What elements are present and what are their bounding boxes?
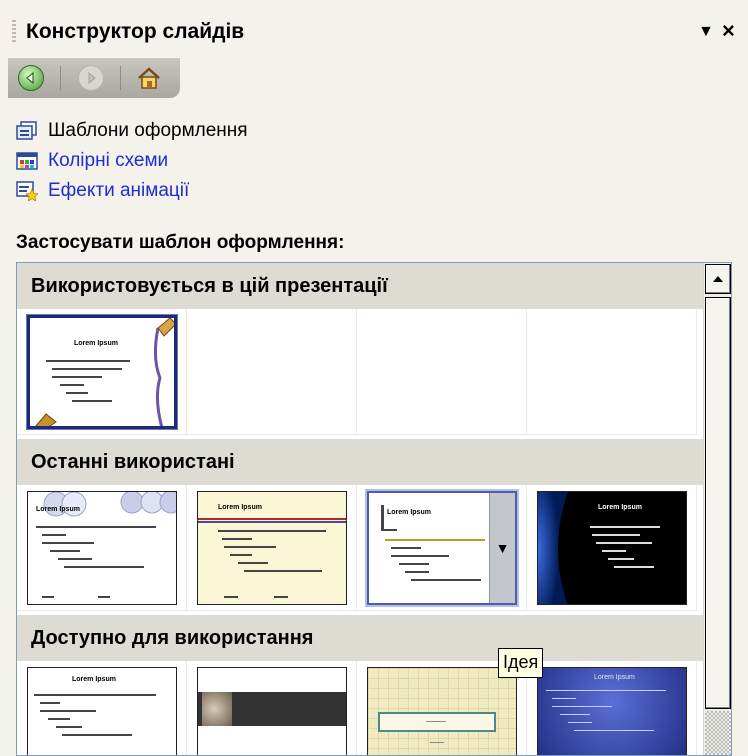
link-label: Колірні схеми (48, 150, 169, 171)
color-schemes-icon (16, 151, 38, 171)
toolbar-separator (120, 66, 121, 90)
template-cell[interactable]: Lorem Ipsum (187, 485, 357, 611)
template-cell[interactable]: Lorem Ipsum (17, 309, 187, 435)
design-templates-icon (16, 121, 38, 141)
group-header-used: Використовується в цій презентації (17, 263, 703, 309)
animation-effects-icon (16, 181, 40, 202)
template-cell[interactable] (187, 661, 357, 755)
section-label: Застосувати шаблон оформлення: (16, 232, 345, 253)
template-thumbnail-current[interactable]: Lorem Ipsum (26, 314, 178, 430)
panel-title: Конструктор слайдів (26, 20, 245, 43)
template-cell[interactable]: Lorem Ipsum (527, 485, 697, 611)
arrow-up-icon (713, 276, 723, 282)
template-cell[interactable]: Lorem Ipsum (17, 661, 187, 755)
gallery-content: Використовується в цій презентації Lorem… (17, 263, 703, 755)
template-thumbnail-blue[interactable]: Lorem Ipsum (537, 667, 687, 755)
template-cell[interactable]: Lorem Ipsum (527, 661, 697, 755)
scroll-thumb[interactable] (705, 297, 731, 709)
dropdown-arrow-icon[interactable]: ▼ (698, 23, 714, 41)
template-dropdown-button[interactable]: ▼ (489, 493, 515, 603)
link-design-templates[interactable]: Шаблони оформлення (16, 116, 248, 146)
template-thumbnail-bracket[interactable]: Lorem Ipsum ▼ (365, 489, 519, 607)
group-header-available: Доступно для використання (17, 615, 703, 661)
template-tooltip: Ідея (498, 648, 544, 678)
home-button[interactable] (134, 63, 164, 93)
task-links: Шаблони оформлення Колірні схеми Ефекти … (16, 116, 248, 206)
template-thumbnail-dark[interactable]: Lorem Ipsum (537, 491, 687, 605)
template-gallery[interactable]: Використовується в цій презентації Lorem… (16, 262, 732, 756)
thumb-title: Lorem Ipsum (594, 674, 635, 681)
back-arrow-icon (18, 65, 44, 91)
template-thumbnail-plain[interactable]: Lorem Ipsum (27, 667, 177, 755)
link-animation-effects[interactable]: Ефекти анімації (16, 176, 248, 206)
template-thumbnail-grid[interactable] (367, 667, 517, 755)
toolbar-separator (60, 66, 61, 90)
thumb-title: Lorem Ipsum (72, 676, 116, 683)
group-header-recent: Останні використані (17, 439, 703, 485)
home-icon (138, 67, 160, 89)
thumb-title: Lorem Ipsum (598, 504, 642, 511)
thumb-title: Lorem Ipsum (218, 504, 262, 511)
template-cell-empty (187, 309, 357, 435)
template-thumbnail-circles[interactable]: Lorem Ipsum (27, 491, 177, 605)
back-button[interactable] (16, 63, 46, 93)
scroll-track[interactable] (705, 711, 731, 755)
close-icon[interactable]: × (722, 18, 735, 44)
thumb-title: Lorem Ipsum (36, 506, 80, 513)
task-pane-titlebar: Конструктор слайдів ▼ × (0, 0, 748, 56)
vertical-scrollbar[interactable] (703, 263, 731, 755)
navigation-toolbar (8, 58, 180, 98)
link-label: Шаблони оформлення (48, 120, 248, 141)
scroll-up-button[interactable] (705, 264, 731, 294)
thumb-title: Lorem Ipsum (387, 509, 431, 516)
pen-decoration-icon (35, 318, 174, 426)
forward-button[interactable] (76, 63, 106, 93)
template-cell-empty (357, 309, 527, 435)
template-cell-empty (527, 309, 697, 435)
template-cell[interactable]: Lorem Ipsum ▼ (357, 485, 527, 611)
forward-arrow-icon (78, 65, 104, 91)
template-thumbnail-photo-band[interactable] (197, 667, 347, 755)
template-cell[interactable]: Lorem Ipsum (17, 485, 187, 611)
template-thumbnail-cream[interactable]: Lorem Ipsum (197, 491, 347, 605)
drag-grip[interactable] (12, 20, 16, 44)
link-label: Ефекти анімації (48, 180, 190, 201)
link-color-schemes[interactable]: Колірні схеми (16, 146, 248, 176)
